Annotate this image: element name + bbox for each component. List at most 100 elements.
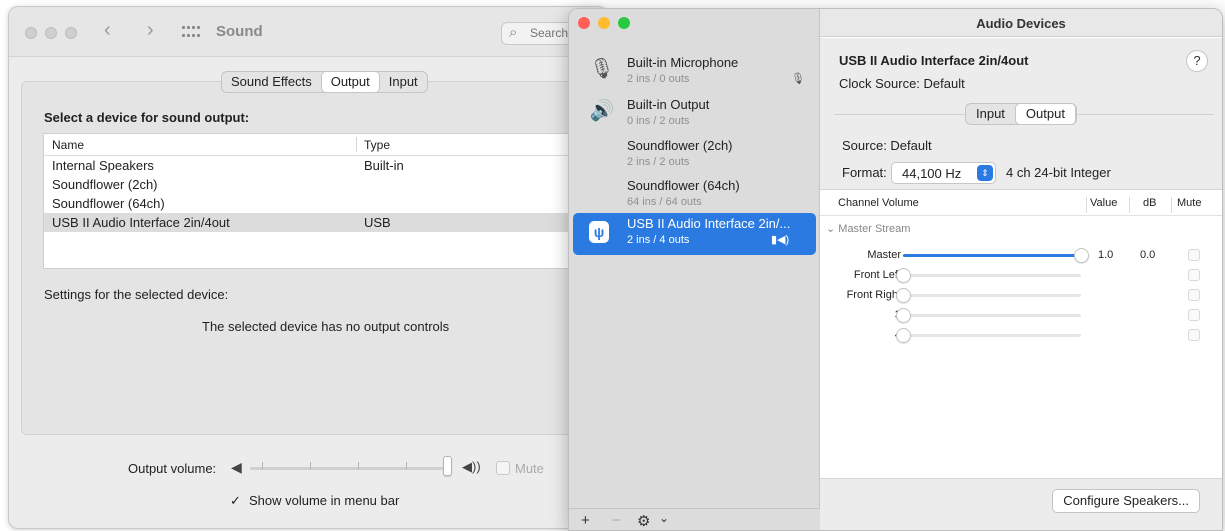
device-usb-audio-interface[interactable]: ψ USB II Audio Interface 2in/... 2 ins /… xyxy=(573,213,816,255)
slider-knob[interactable] xyxy=(896,308,911,323)
channel-mute-checkbox[interactable] xyxy=(1188,249,1200,261)
tab-sound-effects[interactable]: Sound Effects xyxy=(222,72,321,92)
channel-row: 3 xyxy=(820,306,1222,326)
add-device-button[interactable]: + xyxy=(581,512,590,529)
output-volume-knob[interactable] xyxy=(443,456,452,476)
remove-device-button[interactable]: − xyxy=(612,512,621,529)
clock-source-label: Clock Source: Default xyxy=(839,76,965,91)
show-volume-checkbox[interactable]: ✓ xyxy=(230,493,241,509)
channel-volume-header: Channel Volume xyxy=(838,197,919,209)
slider-knob[interactable] xyxy=(896,328,911,343)
tab-input[interactable]: Input xyxy=(966,104,1015,124)
channel-mute-checkbox[interactable] xyxy=(1188,289,1200,301)
device-name-cell: Soundflower (64ch) xyxy=(52,196,165,211)
device-soundflower-64ch[interactable]: Soundflower (64ch) 64 ins / 64 outs xyxy=(569,175,820,217)
table-header: Channel Volume Value dB Mute xyxy=(820,190,1222,216)
sidebar-toolbar: + − ⚙ ⌄ xyxy=(569,508,820,530)
audio-devices-window: 🎙 Built-in Microphone 2 ins / 0 outs 🎙 🔊… xyxy=(568,8,1223,531)
device-title: USB II Audio Interface 2in/4out xyxy=(839,53,1029,68)
channel-db: 0.0 xyxy=(1140,249,1156,261)
channel-volume-slider[interactable] xyxy=(903,248,1089,263)
format-description: 4 ch 24-bit Integer xyxy=(1006,165,1111,180)
device-built-in-output[interactable]: 🔊 Built-in Output 0 ins / 2 outs xyxy=(569,94,820,136)
close-window-button[interactable] xyxy=(25,27,37,39)
channel-value: 1.0 xyxy=(1098,249,1114,261)
channel-name: Front Right xyxy=(846,289,901,301)
device-io: 2 ins / 0 outs xyxy=(627,73,690,85)
column-type-header[interactable]: Type xyxy=(364,138,390,152)
column-name-header[interactable]: Name xyxy=(52,138,84,152)
format-select[interactable]: 44,100 Hz ⇕ xyxy=(891,162,996,184)
slider-knob[interactable] xyxy=(896,288,911,303)
device-sidebar: 🎙 Built-in Microphone 2 ins / 0 outs 🎙 🔊… xyxy=(569,9,820,530)
chevron-down-icon[interactable]: ⌄ xyxy=(659,511,669,525)
channel-row: Front Left xyxy=(820,266,1222,286)
window-title: Audio Devices xyxy=(976,16,1066,31)
device-name: Built-in Microphone xyxy=(627,55,739,70)
window-title: Sound xyxy=(216,23,263,40)
minimize-window-button[interactable] xyxy=(598,17,610,29)
minimize-window-button[interactable] xyxy=(45,27,57,39)
close-window-button[interactable] xyxy=(578,17,590,29)
mute-header: Mute xyxy=(1177,197,1202,209)
show-all-grid-icon[interactable] xyxy=(182,26,200,39)
help-button[interactable]: ? xyxy=(1186,50,1208,72)
device-name-cell: Internal Speakers xyxy=(52,158,154,173)
device-io: 0 ins / 2 outs xyxy=(627,115,690,127)
device-built-in-microphone[interactable]: 🎙 Built-in Microphone 2 ins / 0 outs 🎙 xyxy=(569,52,820,94)
output-volume-slider[interactable] xyxy=(250,467,450,470)
io-tab-bar: Input Output xyxy=(965,103,1077,125)
select-device-heading: Select a device for sound output: xyxy=(44,110,250,125)
device-io: 2 ins / 4 outs xyxy=(627,234,690,246)
table-row[interactable]: Soundflower (64ch) xyxy=(44,194,602,213)
master-stream-label[interactable]: ⌄ Master Stream xyxy=(826,222,910,235)
table-row[interactable]: Internal Speakers Built-in xyxy=(44,156,602,175)
mute-label: Mute xyxy=(515,461,544,476)
settings-label: Settings for the selected device: xyxy=(44,287,229,302)
device-io: 2 ins / 2 outs xyxy=(627,156,690,168)
tab-output[interactable]: Output xyxy=(1014,103,1076,125)
mute-checkbox[interactable] xyxy=(496,461,510,475)
default-output-icon: ▮◀) xyxy=(771,234,790,246)
tab-output[interactable]: Output xyxy=(320,71,380,93)
detail-footer: Configure Speakers... xyxy=(820,478,1222,530)
chevron-updown-icon: ⇕ xyxy=(977,165,993,181)
show-volume-label: Show volume in menu bar xyxy=(249,493,400,508)
channel-name: Front Left xyxy=(853,269,901,281)
device-type-cell: Built-in xyxy=(364,158,404,173)
device-soundflower-2ch[interactable]: Soundflower (2ch) 2 ins / 2 outs xyxy=(569,135,820,177)
table-row-selected[interactable]: USB II Audio Interface 2in/4out USB xyxy=(44,213,602,232)
channel-volume-slider[interactable] xyxy=(896,268,1081,283)
zoom-window-button[interactable] xyxy=(65,27,77,39)
channel-volume-slider[interactable] xyxy=(896,288,1081,303)
channel-row: Front Right xyxy=(820,286,1222,306)
slider-knob[interactable] xyxy=(896,268,911,283)
device-name-cell: Soundflower (2ch) xyxy=(52,177,158,192)
channel-mute-checkbox[interactable] xyxy=(1188,269,1200,281)
channel-row: Master 1.0 0.0 xyxy=(820,246,1222,266)
device-detail-pane: USB II Audio Interface 2in/4out ? Clock … xyxy=(820,38,1222,530)
channel-mute-checkbox[interactable] xyxy=(1188,309,1200,321)
channel-volume-slider[interactable] xyxy=(896,308,1081,323)
audio-titlebar: Audio Devices xyxy=(820,9,1222,37)
tab-input[interactable]: Input xyxy=(380,72,427,92)
forward-chevron-icon[interactable]: › xyxy=(147,19,154,42)
speaker-icon: 🔊 xyxy=(589,100,615,122)
db-header: dB xyxy=(1143,197,1157,209)
channel-volume-slider[interactable] xyxy=(896,328,1081,343)
speaker-high-icon: ◀)) xyxy=(462,459,481,474)
zoom-window-button[interactable] xyxy=(618,17,630,29)
back-chevron-icon[interactable]: ‹ xyxy=(104,19,111,42)
device-io: 64 ins / 64 outs xyxy=(627,196,702,208)
sound-titlebar: ‹ › Sound ⌕ xyxy=(9,7,607,57)
usb-icon: ψ xyxy=(589,221,609,243)
configure-speakers-button[interactable]: Configure Speakers... xyxy=(1052,489,1200,513)
sound-tab-bar: Sound Effects Output Input xyxy=(221,71,428,93)
gear-icon[interactable]: ⚙ xyxy=(637,512,650,530)
slider-knob[interactable] xyxy=(1074,248,1089,263)
device-name: Soundflower (64ch) xyxy=(627,178,740,193)
channel-row: 4 xyxy=(820,326,1222,346)
channel-mute-checkbox[interactable] xyxy=(1188,329,1200,341)
table-row[interactable]: Soundflower (2ch) xyxy=(44,175,602,194)
stream-label-text: Master Stream xyxy=(838,223,911,235)
